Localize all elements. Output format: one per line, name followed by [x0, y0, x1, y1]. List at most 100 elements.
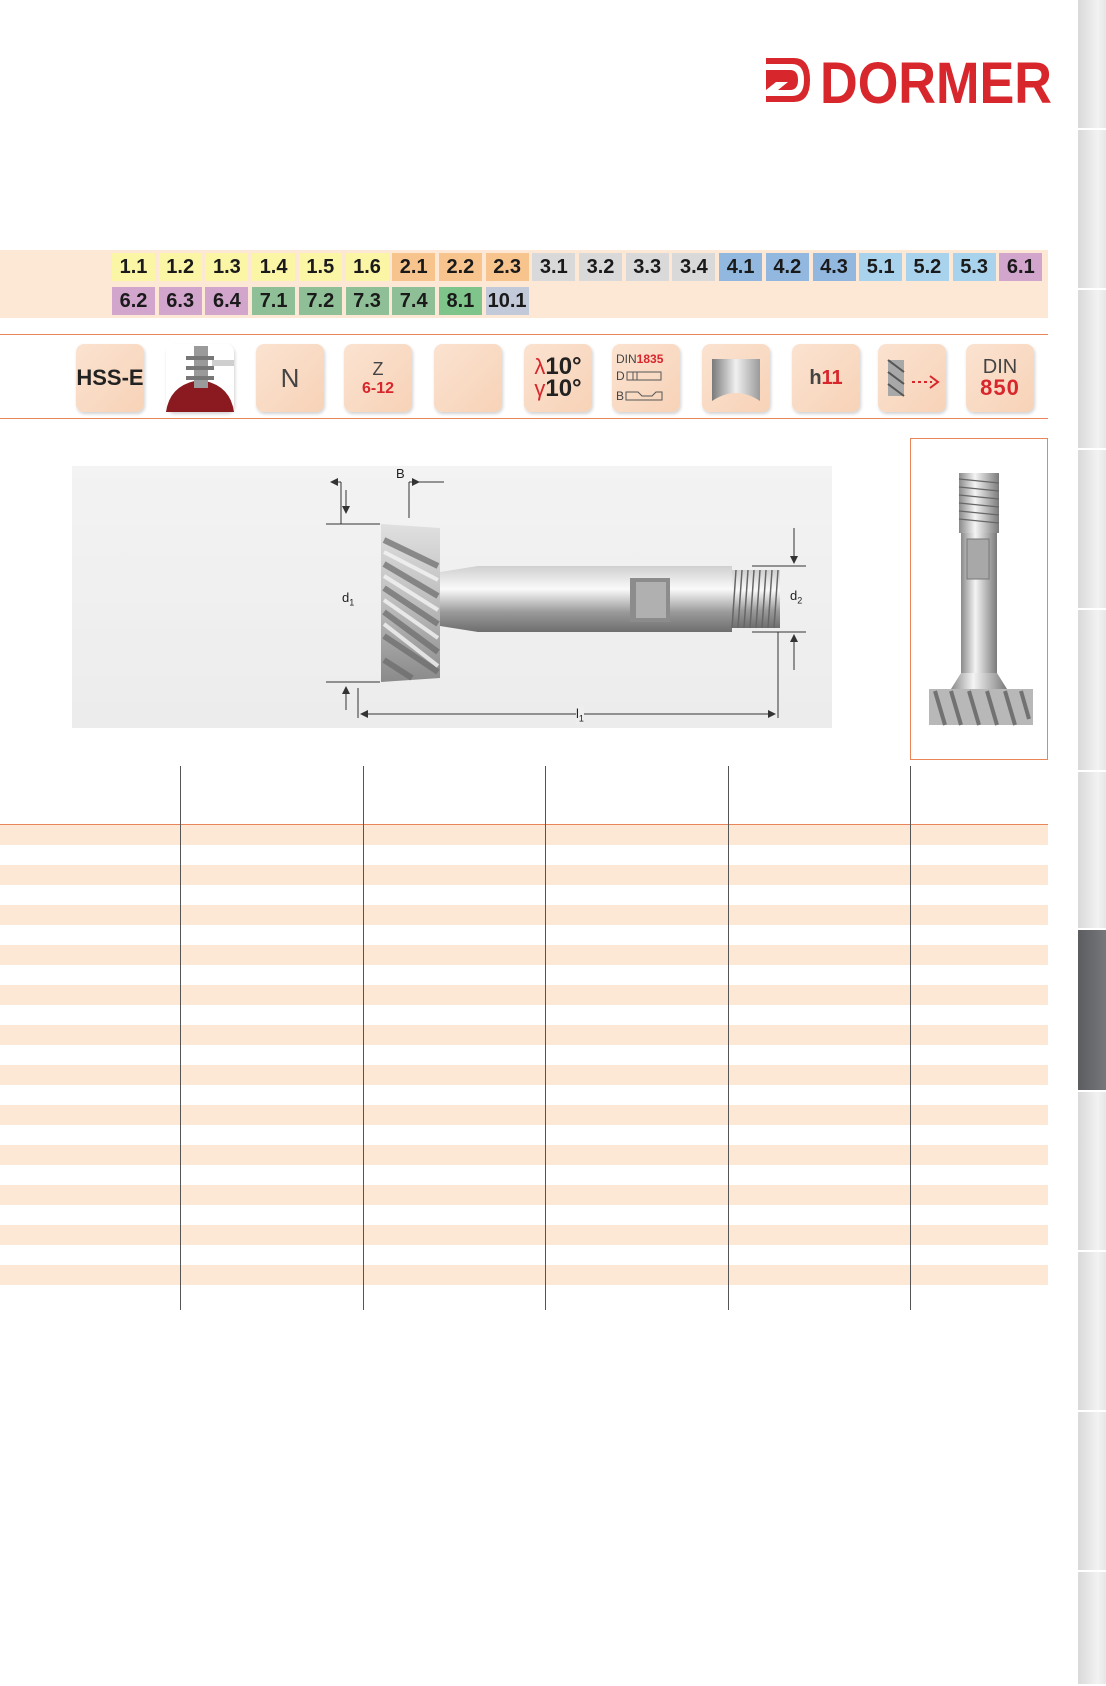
side-tab[interactable]	[1078, 130, 1106, 290]
tolerance-h11-icon: h 11	[792, 344, 860, 412]
material-group-chip: 7.3	[345, 287, 389, 315]
material-group-chip: 5.1	[859, 253, 903, 281]
cutter-type-n-icon: N	[256, 344, 324, 412]
table-row	[0, 1005, 1048, 1025]
material-group-chip: 1.5	[298, 253, 342, 281]
shank-d-icon	[626, 371, 662, 381]
material-group-chip: 4.3	[812, 253, 856, 281]
shank-b-label: B	[616, 389, 625, 403]
dimension-d1-label: d1	[342, 590, 354, 608]
cutting-direction-icon	[878, 344, 946, 412]
side-tab[interactable]	[1078, 1092, 1106, 1252]
side-tab[interactable]	[1078, 1572, 1106, 1686]
material-group-chip: 3.2	[579, 253, 622, 281]
d1-sub: 1	[349, 597, 355, 608]
tolerance-prefix: h	[809, 366, 822, 389]
gamma-symbol: γ	[534, 376, 546, 401]
blank-feature-icon	[434, 344, 502, 412]
side-tab[interactable]	[1078, 772, 1106, 930]
material-group-chip: 2.2	[438, 253, 482, 281]
icon-row-bottom-rule	[0, 418, 1048, 419]
material-group-chip: 6.1	[999, 253, 1043, 281]
material-group-chip: 2.1	[392, 253, 436, 281]
table-row	[0, 965, 1048, 985]
table-row	[0, 1285, 1048, 1305]
table-row	[0, 885, 1048, 905]
side-tab[interactable]	[1078, 610, 1106, 772]
material-group-chip: 4.2	[765, 253, 809, 281]
din-small-number: 1835	[636, 352, 664, 366]
material-group-chip: 1.4	[252, 253, 296, 281]
teeth-count-icon: Z 6-12	[344, 344, 412, 412]
dimension-l1-label: l1	[576, 706, 584, 724]
shank-b-icon	[625, 391, 663, 401]
material-group-chip: 5.2	[905, 253, 949, 281]
material-group-chip: 1.3	[205, 253, 249, 281]
table-row	[0, 1145, 1048, 1165]
table-row	[0, 1045, 1048, 1065]
material-group-chip: 2.3	[485, 253, 529, 281]
material-group-chip: 3.3	[625, 253, 669, 281]
table-row	[0, 905, 1048, 925]
material-group-chip: 1.1	[112, 253, 155, 281]
material-group-chip: 3.1	[532, 253, 576, 281]
column-divider	[363, 766, 364, 1310]
shank-din-1835-icon: DIN1835 D B	[612, 344, 680, 412]
table-row	[0, 1105, 1048, 1125]
lambda-symbol: λ	[534, 354, 546, 379]
table-row	[0, 985, 1048, 1005]
side-tab[interactable]	[1078, 1412, 1106, 1572]
material-group-chip: 7.2	[298, 287, 342, 315]
cutter-application-icon	[166, 344, 234, 412]
side-tab[interactable]	[1078, 1252, 1106, 1412]
material-label: HSS-E	[76, 365, 144, 390]
table-row	[0, 1165, 1048, 1185]
table-row	[0, 1225, 1048, 1245]
dimension-d2-label: d2	[790, 588, 802, 606]
side-tab[interactable]	[1078, 0, 1106, 130]
table-header	[0, 766, 1048, 825]
brand-logo: DORMER	[764, 51, 1052, 116]
table-row	[0, 945, 1048, 965]
table-row	[0, 925, 1048, 945]
material-group-chip: 5.3	[952, 253, 996, 281]
side-tab-active[interactable]	[1078, 930, 1106, 1092]
d2-sub: 2	[797, 595, 803, 606]
side-tab[interactable]	[1078, 290, 1106, 450]
table-row	[0, 1065, 1048, 1085]
standard-label: DIN	[982, 356, 1018, 378]
material-group-chip: 3.4	[672, 253, 716, 281]
helix-rake-angle-icon: λ 10° γ 10°	[524, 344, 592, 412]
standard-number: 850	[980, 375, 1020, 400]
dormer-logo-icon	[766, 58, 810, 102]
column-divider	[545, 766, 546, 1310]
t-slot-cutter-photo	[929, 473, 1033, 726]
type-label: N	[280, 362, 300, 393]
icon-row-top-rule	[0, 334, 1048, 335]
material-group-chip: 6.3	[158, 287, 202, 315]
material-group-chip: 10.1	[485, 287, 529, 315]
teeth-label: Z	[372, 358, 384, 379]
table-row	[0, 825, 1048, 845]
material-group-chip: 4.1	[719, 253, 763, 281]
material-hss-e-icon: HSS-E	[76, 344, 144, 412]
teeth-range: 6-12	[361, 379, 395, 397]
table-row	[0, 845, 1048, 865]
side-tab-strip	[1078, 0, 1106, 1686]
material-group-chip: 7.1	[252, 287, 296, 315]
material-group-chip: 7.4	[392, 287, 436, 315]
tolerance-value: 11	[821, 366, 843, 389]
shank-d-label: D	[616, 369, 625, 383]
column-divider	[728, 766, 729, 1310]
side-tab[interactable]	[1078, 450, 1106, 610]
table-row	[0, 1025, 1048, 1045]
table-row	[0, 1185, 1048, 1205]
column-divider	[910, 766, 911, 1310]
material-group-chip: 6.4	[205, 287, 249, 315]
table-row	[0, 1085, 1048, 1105]
table-row	[0, 1125, 1048, 1145]
brand-name: DORMER	[820, 51, 1053, 116]
din-small-label: DIN	[616, 352, 637, 366]
table-row	[0, 1205, 1048, 1225]
table-row	[0, 1265, 1048, 1285]
